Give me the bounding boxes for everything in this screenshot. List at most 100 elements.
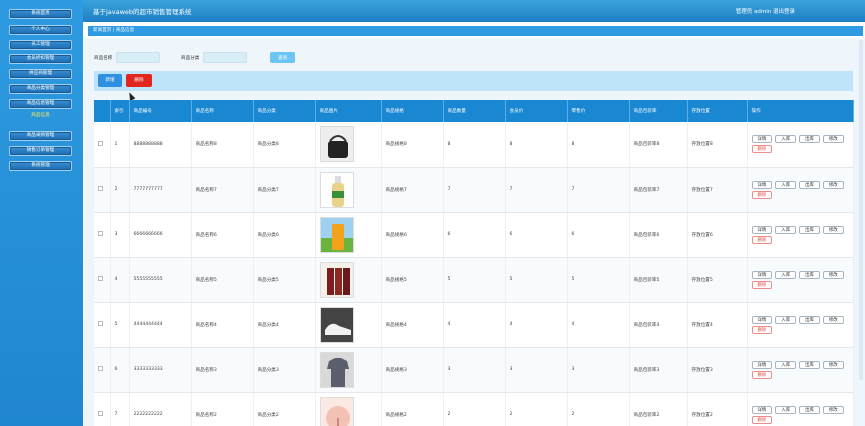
user-info[interactable]: 管理员 admin 退出登录 [736, 7, 795, 15]
cell-location: 存放位置6 [687, 212, 748, 258]
row-delete-button[interactable]: 删除 [751, 415, 773, 424]
stock-out-button[interactable]: 出库 [799, 135, 820, 144]
stock-in-button[interactable]: 入库 [775, 270, 797, 279]
checkbox[interactable] [98, 231, 103, 236]
row-checkbox[interactable] [94, 257, 111, 303]
checkbox[interactable] [98, 411, 103, 416]
sidebar-item-home[interactable]: 系统首页 [9, 9, 72, 19]
edit-button[interactable]: 修改 [822, 135, 844, 144]
header-qty: 商品数量 [443, 100, 506, 122]
sidebar-item-staff[interactable]: 员工管理 [9, 40, 72, 50]
table-header-row: 索引 商品编号 商品名称 商品分类 商品图片 商品规格 商品数量 会员价 零售价… [94, 100, 854, 122]
detail-button[interactable]: 详情 [751, 135, 773, 144]
sidebar-item-system[interactable]: 系统管理 [9, 161, 72, 171]
stock-out-button[interactable]: 出库 [799, 270, 820, 279]
sidebar-item-member-discount[interactable]: 会员折扣管理 [9, 54, 72, 64]
edit-button[interactable]: 修改 [822, 360, 844, 369]
cell-name: 商品名称5 [191, 257, 254, 303]
detail-button[interactable]: 详情 [751, 315, 773, 324]
product-image[interactable] [319, 306, 354, 343]
add-button[interactable]: 新增 [98, 74, 122, 87]
sidebar-subitem-product-info[interactable]: 商品信息 [9, 112, 72, 120]
product-image[interactable] [319, 126, 354, 163]
header-pack: 商品包装率 [629, 100, 688, 122]
product-image[interactable] [319, 216, 354, 253]
stock-in-button[interactable]: 入库 [775, 405, 797, 414]
cell-retail-price: 6 [567, 212, 630, 258]
sidebar-item-supplier[interactable]: 供应商管理 [9, 69, 72, 79]
stock-in-button[interactable]: 入库 [775, 315, 797, 324]
row-checkbox[interactable] [94, 392, 111, 426]
stock-in-button[interactable]: 入库 [775, 180, 797, 189]
product-image[interactable] [319, 396, 354, 426]
cell-qty: 8 [443, 122, 506, 168]
row-checkbox[interactable] [94, 167, 111, 213]
edit-button[interactable]: 修改 [822, 405, 844, 414]
row-checkbox[interactable] [94, 212, 111, 258]
cell-location: 存放位置7 [687, 167, 748, 213]
detail-button[interactable]: 详情 [751, 360, 773, 369]
row-delete-button[interactable]: 删除 [751, 370, 773, 379]
cell-vip-price: 8 [505, 122, 568, 168]
stock-out-button[interactable]: 出库 [799, 315, 820, 324]
checkbox[interactable] [98, 366, 103, 371]
header-location: 存放位置 [687, 100, 748, 122]
stock-in-button[interactable]: 入库 [775, 360, 797, 369]
checkbox[interactable] [98, 321, 103, 326]
sidebar-item-purchase[interactable]: 商品采购管理 [9, 131, 72, 141]
product-image[interactable] [319, 171, 354, 208]
product-image[interactable] [319, 351, 354, 388]
search-category-input[interactable] [203, 52, 247, 63]
row-delete-button[interactable]: 删除 [751, 190, 773, 199]
detail-button[interactable]: 详情 [751, 270, 773, 279]
cell-qty: 4 [443, 302, 506, 348]
checkbox[interactable] [98, 276, 103, 281]
sidebar-item-profile[interactable]: 个人中心 [9, 25, 72, 35]
edit-button[interactable]: 修改 [822, 180, 844, 189]
header-select[interactable] [94, 100, 111, 122]
stock-out-button[interactable]: 出库 [799, 225, 820, 234]
cell-ops: 详情 入库 出库 修改删除 [747, 257, 854, 303]
stock-out-button[interactable]: 出库 [799, 360, 820, 369]
edit-button[interactable]: 修改 [822, 315, 844, 324]
edit-button[interactable]: 修改 [822, 225, 844, 234]
breadcrumb: 新闻首页 | 商品信息 [88, 26, 863, 36]
row-delete-button[interactable]: 删除 [751, 145, 773, 154]
search-button[interactable]: 查询 [270, 52, 295, 63]
stock-out-button[interactable]: 出库 [799, 405, 820, 414]
product-image[interactable] [319, 261, 354, 298]
cell-pack: 商品包装率5 [629, 257, 688, 303]
cell-image [315, 302, 382, 348]
cell-code: 7777777777 [129, 167, 192, 213]
detail-button[interactable]: 详情 [751, 180, 773, 189]
sidebar-item-product[interactable]: 商品信息管理 [9, 99, 72, 109]
cell-qty: 5 [443, 257, 506, 303]
row-delete-button[interactable]: 删除 [751, 235, 773, 244]
row-checkbox[interactable] [94, 347, 111, 393]
cell-name: 商品名称4 [191, 302, 254, 348]
edit-button[interactable]: 修改 [822, 270, 844, 279]
checkbox[interactable] [98, 140, 103, 146]
row-delete-button[interactable]: 删除 [751, 280, 773, 289]
cell-image [315, 257, 382, 303]
stock-out-button[interactable]: 出库 [799, 180, 820, 189]
checkbox[interactable] [98, 186, 103, 191]
stock-in-button[interactable]: 入库 [775, 225, 797, 234]
row-checkbox[interactable] [94, 122, 111, 168]
sidebar-item-sales-order[interactable]: 销售订单管理 [9, 146, 72, 156]
header-retail-price: 零售价 [567, 100, 630, 122]
row-checkbox[interactable] [94, 302, 111, 348]
cell-name: 商品名称3 [191, 347, 254, 393]
action-bar [94, 71, 853, 91]
search-name-input[interactable] [116, 52, 160, 63]
top-header: 基于javaweb的超市销售管理系统 管理员 admin 退出登录 [83, 0, 865, 22]
row-delete-button[interactable]: 删除 [751, 325, 773, 334]
header-vip-price: 会员价 [505, 100, 568, 122]
sidebar-item-category[interactable]: 商品分类管理 [9, 84, 72, 94]
cell-vip-price: 2 [505, 392, 568, 426]
delete-button[interactable]: 删除 [126, 74, 152, 87]
stock-in-button[interactable]: 入库 [775, 135, 797, 144]
detail-button[interactable]: 详情 [751, 405, 773, 414]
detail-button[interactable]: 详情 [751, 225, 773, 234]
scrollbar[interactable] [859, 40, 863, 380]
